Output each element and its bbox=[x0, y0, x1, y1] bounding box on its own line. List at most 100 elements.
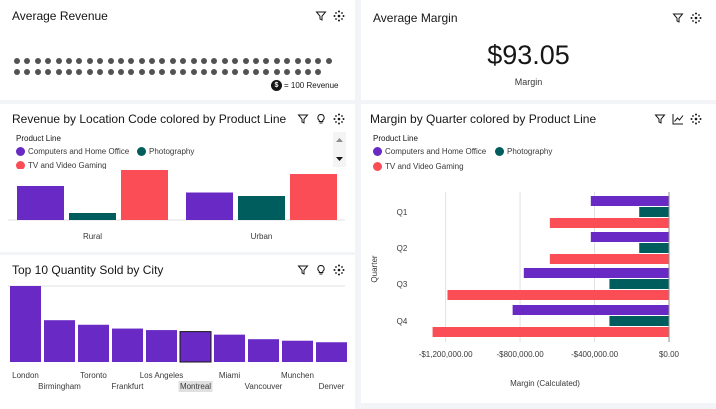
revenue-pictogram-dot bbox=[128, 69, 135, 75]
revenue-pictogram-dot bbox=[294, 58, 301, 64]
revenue-pictogram-dot bbox=[55, 69, 62, 75]
revenue-pictogram-dot bbox=[159, 58, 166, 64]
x-tick-label: Vancouver bbox=[245, 382, 283, 391]
x-tick-label: Montreal bbox=[180, 382, 211, 391]
revenue-pictogram-dot bbox=[252, 58, 259, 64]
bar-q2-1 bbox=[639, 243, 669, 253]
revenue-pictogram-dot bbox=[232, 58, 239, 64]
revenue-pictogram-dot bbox=[107, 58, 114, 64]
bar-urban-1 bbox=[238, 196, 285, 220]
revenue-pictogram-dot bbox=[97, 58, 104, 64]
revenue-pictogram-dot bbox=[211, 69, 218, 75]
revenue-pictogram-dot bbox=[273, 69, 280, 75]
y-tick-label: Q2 bbox=[397, 244, 408, 253]
x-tick-label: -$1,200,000.00 bbox=[419, 350, 473, 359]
avg-margin-title: Average Margin bbox=[373, 11, 458, 25]
revenue-pictogram-dot bbox=[325, 58, 332, 64]
x-tick-label: Toronto bbox=[80, 371, 107, 380]
revenue-pictogram-dot bbox=[24, 58, 31, 64]
top-cities-tile: Top 10 Quantity Sold by City London Birmi… bbox=[0, 255, 355, 409]
revenue-pictogram-dot bbox=[45, 69, 52, 75]
revenue-pictogram-dot bbox=[14, 69, 20, 75]
y-tick-label: Q4 bbox=[397, 317, 408, 326]
bar-q3-2 bbox=[447, 290, 669, 300]
revenue-pictogram-dot bbox=[242, 58, 249, 64]
revenue-pictogram-dot bbox=[34, 58, 41, 64]
revenue-pictogram-dot bbox=[65, 69, 72, 75]
revenue-pictogram-dot bbox=[221, 69, 228, 75]
bar-rural-2 bbox=[121, 170, 168, 220]
x-tick-label: Munchen bbox=[281, 371, 314, 380]
bar-vancouver bbox=[248, 339, 279, 362]
bar-q4-2 bbox=[432, 327, 669, 337]
ai-insight-icon[interactable] bbox=[333, 10, 345, 22]
revenue-pictogram-dot bbox=[169, 69, 176, 75]
bar-q3-1 bbox=[609, 279, 669, 289]
revenue-pictogram-dot bbox=[169, 58, 176, 64]
x-tick-label: $0.00 bbox=[659, 350, 680, 359]
x-tick-label: London bbox=[12, 371, 39, 380]
revenue-pictogram-dot bbox=[76, 69, 83, 75]
bar-q1-0 bbox=[590, 196, 669, 206]
revenue-pictogram-dot bbox=[76, 58, 83, 64]
revenue-pictogram-dot bbox=[138, 58, 145, 64]
revenue-pictogram-dot bbox=[273, 58, 280, 64]
revenue-pictogram-dot bbox=[86, 69, 93, 75]
bar-munchen bbox=[282, 340, 313, 362]
revenue-pictogram-dot bbox=[304, 58, 311, 64]
revenue-pictogram-dot bbox=[24, 69, 31, 75]
revenue-pictogram-dot bbox=[201, 69, 208, 75]
revenue-pictogram-dot bbox=[284, 58, 291, 64]
revenue-pictogram-dot bbox=[315, 69, 322, 75]
rev-by-location-tile: Revenue by Location Code colored by Prod… bbox=[0, 104, 355, 252]
bar-urban-0 bbox=[186, 192, 233, 220]
x-tick-label: Los Angeles bbox=[140, 371, 184, 380]
avg-margin-value: $93.05 bbox=[487, 40, 570, 70]
x-tick-label: Birmingham bbox=[38, 382, 81, 391]
avg-revenue-tile: Average Revenue $ = 100 Revenue bbox=[0, 0, 355, 100]
y-tick-label: Q1 bbox=[397, 208, 408, 217]
bar-q1-2 bbox=[549, 218, 669, 228]
bar-q2-0 bbox=[590, 232, 669, 242]
bar-rural-0 bbox=[17, 186, 64, 220]
revenue-pictogram-dot bbox=[117, 58, 124, 64]
revenue-pictogram-dot bbox=[55, 58, 62, 64]
revenue-pictogram-dot bbox=[211, 58, 218, 64]
bar-q3-0 bbox=[523, 268, 669, 278]
revenue-pictogram-dot bbox=[304, 69, 311, 75]
revenue-pictogram-dot bbox=[128, 58, 135, 64]
avg-margin-caption: Margin bbox=[514, 77, 543, 87]
x-tick-label: Urban bbox=[251, 232, 273, 241]
x-tick-label: Rural bbox=[83, 232, 102, 241]
x-tick-label: Denver bbox=[319, 382, 345, 391]
ai-insight-icon[interactable] bbox=[690, 12, 702, 24]
bar-urban-2 bbox=[290, 174, 337, 220]
bar-q1-1 bbox=[639, 207, 669, 217]
bar-frankfurt bbox=[112, 328, 143, 362]
revenue-pictogram-dot bbox=[138, 69, 145, 75]
revenue-pictogram-dot bbox=[149, 69, 156, 75]
y-tick-label: Q3 bbox=[397, 280, 408, 289]
avg-revenue-title: Average Revenue bbox=[12, 9, 108, 23]
bar-miami bbox=[214, 334, 245, 362]
revenue-pictogram-dot bbox=[190, 69, 197, 75]
filter-icon[interactable] bbox=[672, 12, 684, 24]
x-tick-label: Miami bbox=[219, 371, 241, 380]
revenue-pictogram-dot bbox=[221, 58, 228, 64]
revenue-pictogram-dot bbox=[45, 58, 52, 64]
margin-quarter-chart: -$1,200,000.00 -$800,000.00 -$400,000.00 $0… bbox=[370, 192, 680, 388]
revenue-pictogram-dot bbox=[34, 69, 41, 75]
pictogram-row bbox=[14, 69, 322, 75]
revenue-pictogram-dot bbox=[315, 58, 322, 64]
x-tick-label: -$400,000.00 bbox=[571, 350, 619, 359]
avg-margin-tile: Average Margin $93.05 Margin bbox=[361, 0, 716, 100]
margin-by-quarter-tile: Margin by Quarter colored by Product Lin… bbox=[361, 104, 716, 403]
revenue-pictogram-dot bbox=[86, 58, 93, 64]
bar-london bbox=[10, 286, 41, 362]
revenue-pictogram-dot bbox=[294, 69, 301, 75]
filter-icon[interactable] bbox=[315, 10, 327, 22]
bar-montreal bbox=[179, 331, 212, 363]
bar-q2-2 bbox=[549, 254, 669, 264]
bar-q4-0 bbox=[512, 305, 669, 315]
revenue-pictogram-dot bbox=[180, 69, 187, 75]
